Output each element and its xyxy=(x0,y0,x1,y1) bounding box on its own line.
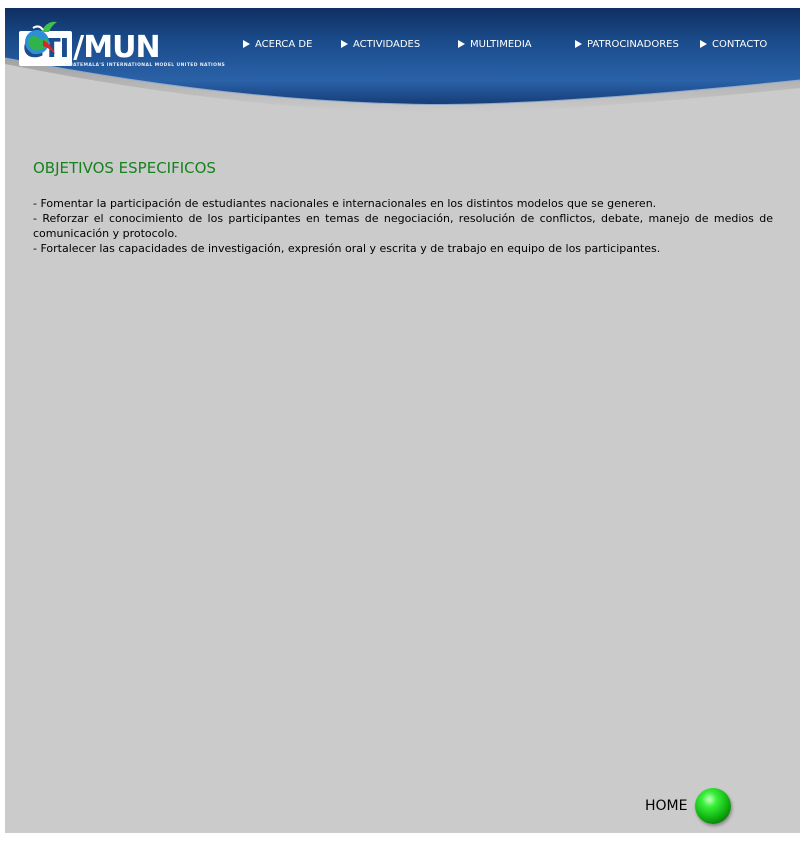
logo-tagline: GUATEMALA'S INTERNATIONAL MODEL UNITED N… xyxy=(65,63,226,68)
play-arrow-icon xyxy=(243,40,250,48)
header: GTI /MUN GUATEMALA'S INTERNATIONAL MODEL… xyxy=(5,8,800,118)
objective-item: - Reforzar el conocimiento de los partic… xyxy=(33,212,773,240)
page-title: OBJETIVOS ESPECIFICOS xyxy=(33,159,216,177)
nav-item-contacto[interactable]: CONTACTO xyxy=(700,33,767,55)
play-arrow-icon xyxy=(458,40,465,48)
objective-item: - Fortalecer las capacidades de investig… xyxy=(33,242,661,255)
home-button[interactable]: HOME xyxy=(645,788,732,824)
play-arrow-icon xyxy=(575,40,582,48)
green-ball-icon[interactable] xyxy=(695,788,732,824)
objective-item: - Fomentar la participación de estudiant… xyxy=(33,197,657,210)
nav-item-label: ACERCA DE xyxy=(255,38,313,50)
play-arrow-icon xyxy=(341,40,348,48)
main-nav: ACERCA DE ACTIVIDADES MULTIMEDIA PATROCI… xyxy=(5,33,800,55)
nav-item-label: ACTIVIDADES xyxy=(353,38,421,50)
main-content: OBJETIVOS ESPECIFICOS - Fomentar la part… xyxy=(33,158,773,256)
page-frame: GTI /MUN GUATEMALA'S INTERNATIONAL MODEL… xyxy=(5,8,800,833)
nav-item-label: MULTIMEDIA xyxy=(470,38,532,50)
nav-item-label: PATROCINADORES xyxy=(587,38,679,50)
nav-item-label: CONTACTO xyxy=(712,38,768,50)
nav-item-actividades[interactable]: ACTIVIDADES xyxy=(341,33,420,55)
play-arrow-icon xyxy=(700,40,707,48)
nav-item-patrocinadores[interactable]: PATROCINADORES xyxy=(575,33,679,55)
home-label: HOME xyxy=(645,798,688,814)
nav-item-acerca-de[interactable]: ACERCA DE xyxy=(243,33,312,55)
nav-item-multimedia[interactable]: MULTIMEDIA xyxy=(458,33,532,55)
